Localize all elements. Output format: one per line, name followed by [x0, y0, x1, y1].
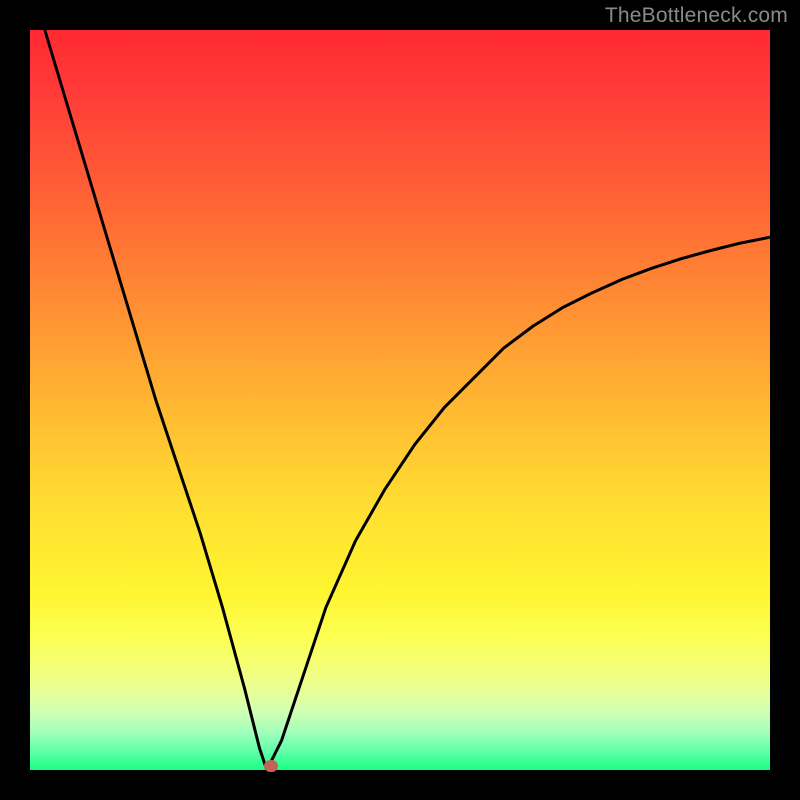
bottleneck-curve — [45, 30, 770, 770]
watermark-text: TheBottleneck.com — [605, 4, 788, 28]
cusp-marker — [264, 760, 278, 772]
plot-area — [30, 30, 770, 770]
chart-frame: TheBottleneck.com — [0, 0, 800, 800]
curve-svg — [30, 30, 770, 770]
